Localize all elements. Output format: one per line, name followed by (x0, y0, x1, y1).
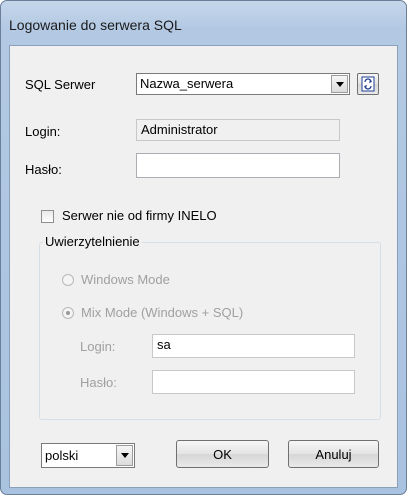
non-inelo-label: Serwer nie od firmy INELO (62, 208, 217, 223)
cancel-button[interactable]: Anuluj (288, 440, 379, 468)
authentication-group-title: Uwierzytelnienie (43, 234, 142, 249)
refresh-icon (361, 76, 375, 92)
sql-login-field[interactable]: sa (152, 334, 355, 358)
language-select[interactable]: polski (41, 443, 135, 468)
sql-password-field[interactable] (152, 370, 355, 394)
password-field[interactable] (136, 153, 340, 178)
mix-mode-label: Mix Mode (Windows + SQL) (81, 305, 244, 320)
window-title: Logowanie do serwera SQL (9, 17, 182, 33)
server-dropdown-button[interactable] (331, 75, 348, 93)
ok-button[interactable]: OK (176, 440, 269, 468)
mix-mode-radio[interactable] (62, 307, 74, 319)
windows-mode-label: Windows Mode (81, 272, 170, 287)
refresh-servers-button[interactable] (357, 73, 379, 95)
dialog-window: Logowanie do serwera SQL SQL Serwer Nazw… (0, 0, 407, 495)
server-combobox-value: Nazwa_serwera (140, 76, 234, 91)
language-dropdown-button[interactable] (116, 445, 133, 466)
login-field[interactable]: Administrator (136, 119, 340, 141)
login-label: Login: (25, 124, 61, 139)
chevron-down-icon (335, 81, 344, 87)
chevron-down-icon (120, 453, 129, 458)
server-combobox[interactable]: Nazwa_serwera (136, 73, 350, 95)
sql-password-label: Hasło: (80, 375, 117, 390)
dialog-client-area: SQL Serwer Nazwa_serwera Login: Administ… (9, 45, 398, 488)
language-select-value: polski (45, 448, 79, 463)
windows-mode-radio[interactable] (62, 274, 74, 286)
server-label: SQL Serwer (25, 77, 96, 92)
sql-login-label: Login: (80, 339, 116, 354)
password-label: Hasło: (25, 162, 62, 177)
non-inelo-checkbox[interactable] (41, 210, 54, 223)
